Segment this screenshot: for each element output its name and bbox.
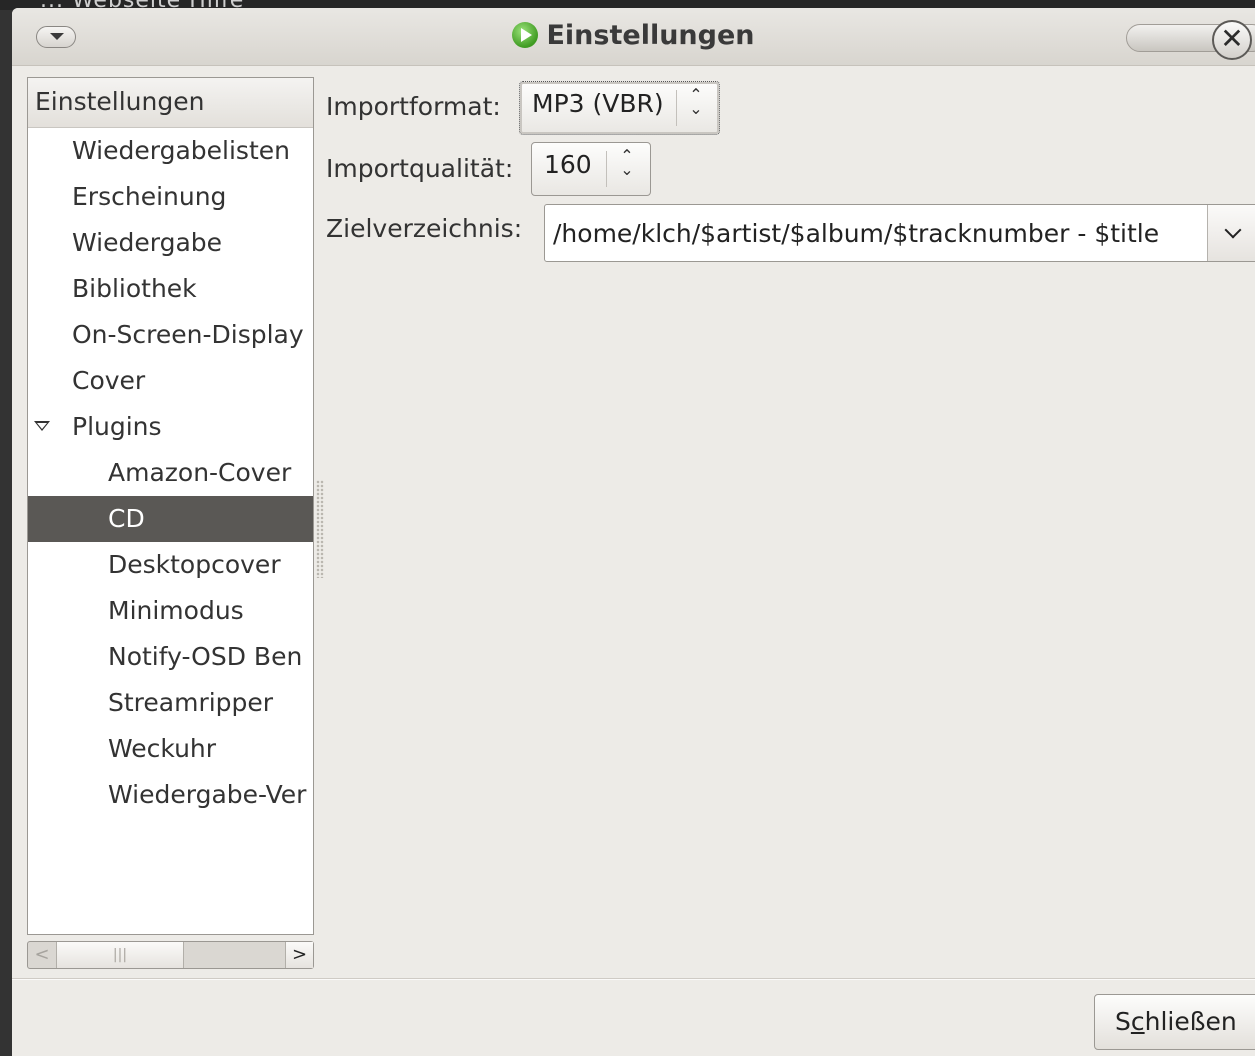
scroll-right-icon[interactable]: > <box>285 942 313 968</box>
sidebar-item-label: Desktopcover <box>108 550 281 579</box>
chevron-down-icon <box>1224 221 1242 239</box>
sidebar-item-minimodus[interactable]: Minimodus <box>28 588 313 634</box>
import-quality-label: Importqualität: <box>326 154 514 183</box>
close-button[interactable]: Schließen <box>1094 994 1255 1050</box>
sidebar-item-on-screen-display[interactable]: On-Screen-Display <box>28 312 313 358</box>
close-button-label-part: hließen <box>1144 1007 1237 1036</box>
window-title-text: Einstellungen <box>546 20 755 51</box>
window-close-button[interactable]: ✕ <box>1212 20 1252 60</box>
tree-horizontal-scrollbar[interactable]: < ||| > <box>27 941 314 969</box>
sidebar-item-erscheinung[interactable]: Erscheinung <box>28 174 313 220</box>
sidebar-item-label: Wiedergabelisten <box>72 136 290 165</box>
updown-arrows-icon: ⌃ ⌄ <box>689 85 703 118</box>
sidebar-item-label: Minimodus <box>108 596 244 625</box>
sidebar-item-weckuhr[interactable]: Weckuhr <box>28 726 313 772</box>
window-title: Einstellungen <box>12 20 1255 52</box>
tree-column-header[interactable]: Einstellungen <box>28 78 313 128</box>
sidebar-item-desktopcover[interactable]: Desktopcover <box>28 542 313 588</box>
import-quality-select[interactable]: 160 ⌃ ⌄ <box>531 142 651 196</box>
sidebar-item-label: Streamripper <box>108 688 274 717</box>
play-icon <box>512 22 539 48</box>
pane-resize-handle[interactable] <box>316 480 324 578</box>
sidebar-item-label: On-Screen-Display <box>72 320 304 349</box>
target-dir-label: Zielverzeichnis: <box>326 214 523 243</box>
sidebar-item-wiedergabe-ver[interactable]: Wiedergabe-Ver <box>28 772 313 818</box>
import-format-label: Importformat: <box>326 92 501 121</box>
import-format-value: MP3 (VBR) <box>532 89 664 118</box>
sidebar-item-label: CD <box>108 504 145 533</box>
close-button-label-part: S <box>1115 1007 1131 1036</box>
sidebar-item-cd[interactable]: CD <box>28 496 313 542</box>
titlebar: Einstellungen ✕ <box>12 8 1255 66</box>
sidebar-item-label: Amazon-Cover <box>108 458 292 487</box>
sidebar-item-wiedergabelisten[interactable]: Wiedergabelisten <box>28 128 313 174</box>
sidebar-item-label: Plugins <box>72 412 162 441</box>
sidebar-item-plugins[interactable]: Plugins <box>28 404 313 450</box>
sidebar-item-label: Erscheinung <box>72 182 227 211</box>
combo-separator <box>606 151 607 187</box>
updown-arrows-icon: ⌃ ⌄ <box>620 146 634 179</box>
close-button-mnemonic: c <box>1130 1007 1145 1036</box>
triangle-down-icon[interactable] <box>34 421 50 431</box>
import-quality-value: 160 <box>544 150 592 179</box>
sidebar-item-label: Bibliothek <box>72 274 197 303</box>
sidebar-item-label: Wiedergabe-Ver <box>108 780 307 809</box>
sidebar-item-amazon-cover[interactable]: Amazon-Cover <box>28 450 313 496</box>
scroll-left-icon[interactable]: < <box>28 942 56 968</box>
preferences-dialog: Einstellungen ✕ Einstellungen Wiedergabe… <box>12 8 1255 1056</box>
sidebar-item-label: Cover <box>72 366 146 395</box>
dialog-separator <box>12 978 1255 980</box>
sidebar-item-notify-osd[interactable]: Notify-OSD Ben <box>28 634 313 680</box>
sidebar-item-wiedergabe[interactable]: Wiedergabe <box>28 220 313 266</box>
sidebar-item-label: Notify-OSD Ben <box>108 642 303 671</box>
close-icon: ✕ <box>1220 22 1244 55</box>
scrollbar-thumb[interactable]: ||| <box>56 942 184 968</box>
sidebar-item-cover[interactable]: Cover <box>28 358 313 404</box>
sidebar-item-streamripper[interactable]: Streamripper <box>28 680 313 726</box>
desktop-left-edge <box>0 10 12 1056</box>
settings-tree: Einstellungen Wiedergabelisten Erscheinu… <box>27 77 314 935</box>
sidebar-item-label: Weckuhr <box>108 734 217 763</box>
sidebar-item-bibliothek[interactable]: Bibliothek <box>28 266 313 312</box>
sidebar-item-label: Wiedergabe <box>72 228 223 257</box>
target-dir-dropdown-button[interactable] <box>1207 205 1255 261</box>
target-dir-input[interactable]: /home/klch/$artist/$album/$tracknumber -… <box>553 219 1159 248</box>
combo-separator <box>676 90 677 126</box>
import-format-select[interactable]: MP3 (VBR) ⌃ ⌄ <box>519 81 720 135</box>
target-dir-combo-entry[interactable]: /home/klch/$artist/$album/$tracknumber -… <box>544 204 1255 262</box>
